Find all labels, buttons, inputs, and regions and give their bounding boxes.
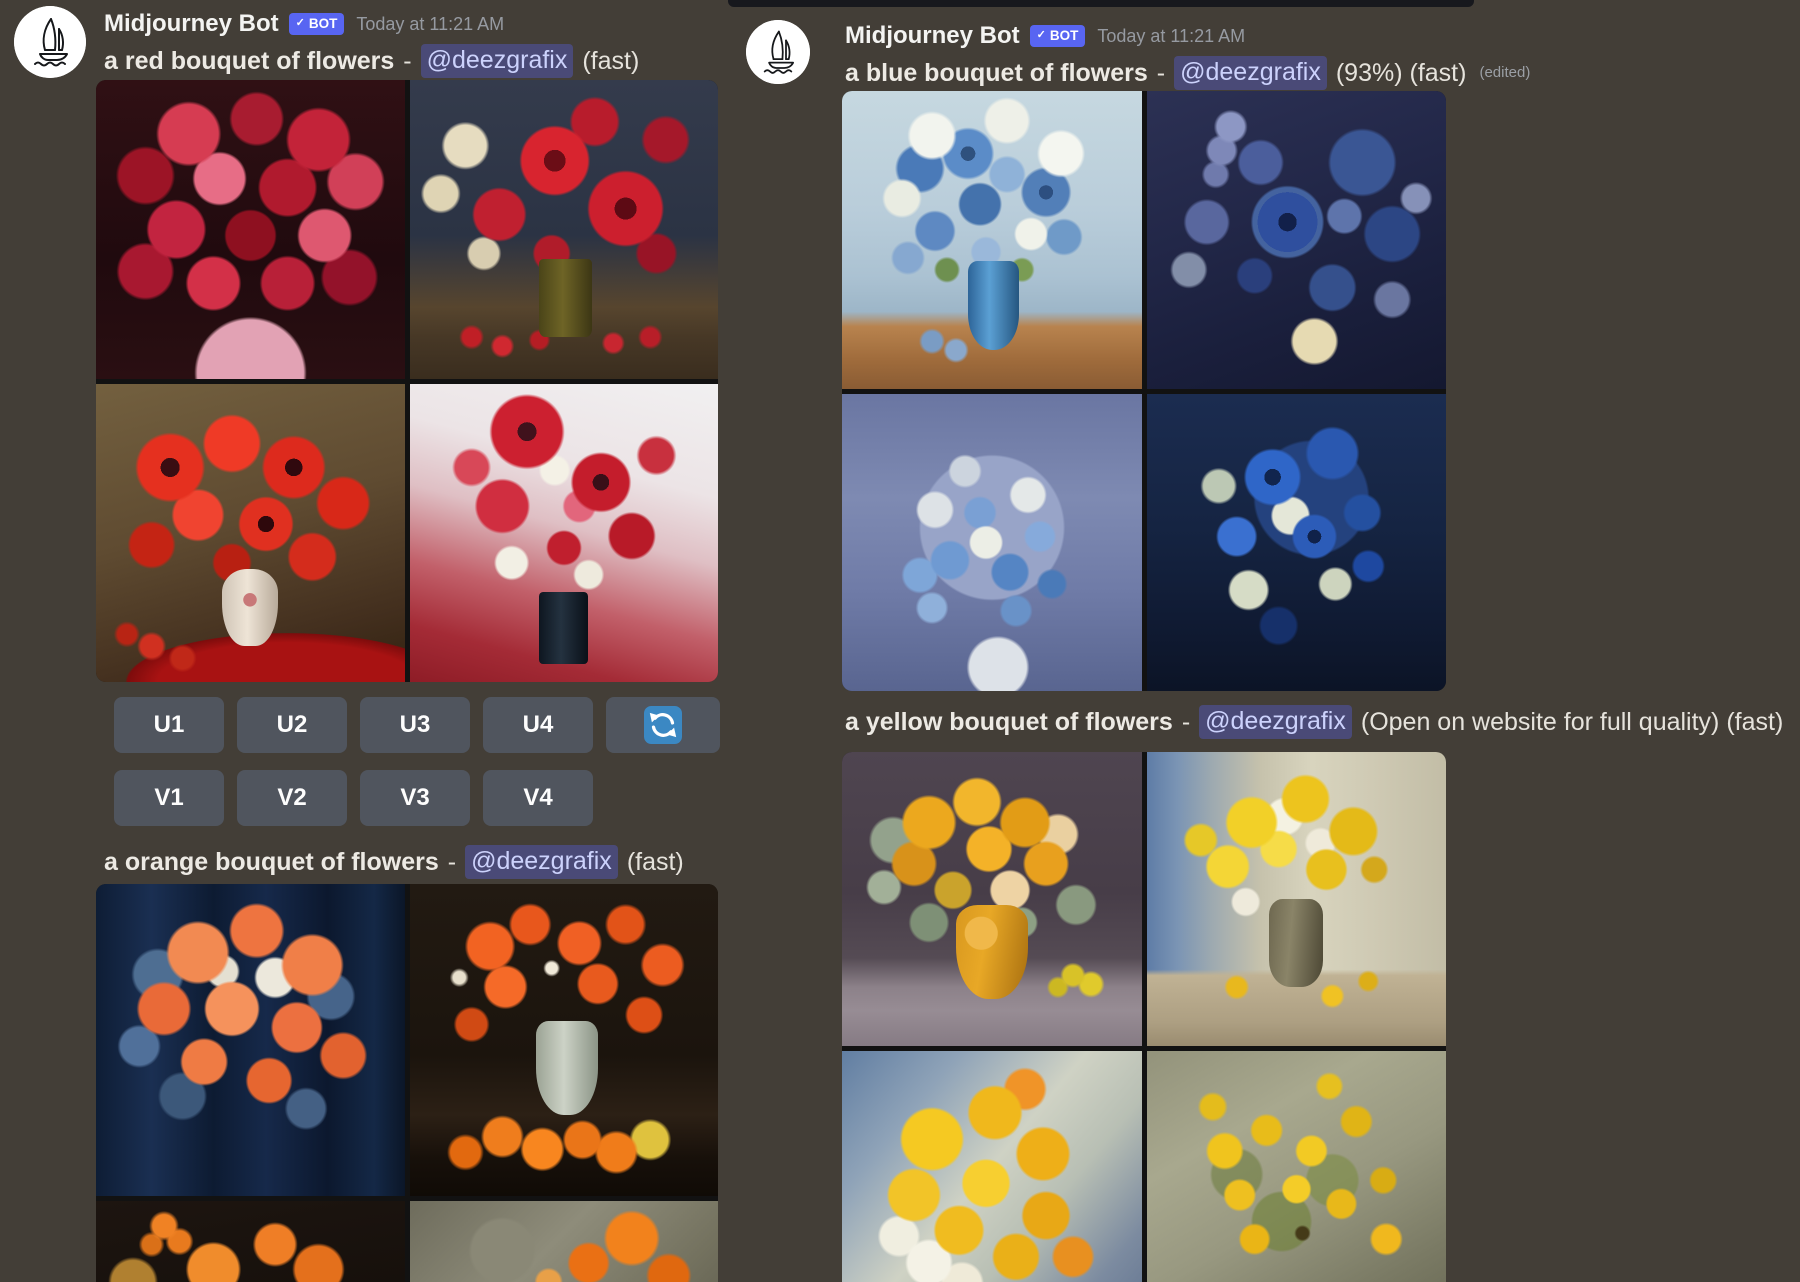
prompt-mode: (Open on website for full quality) (fast… xyxy=(1360,708,1784,736)
user-mention[interactable]: @deezgrafix xyxy=(1199,705,1352,739)
message-header: Midjourney Bot ✓ BOT Today at 11:21 AM xyxy=(104,7,504,41)
sailboat-icon xyxy=(14,6,86,78)
midjourney-bot-avatar[interactable] xyxy=(14,6,86,78)
variation-button-v2[interactable]: V2 xyxy=(237,770,347,826)
upscale-button-u2[interactable]: U2 xyxy=(237,697,347,753)
prompt-dash: - xyxy=(403,47,412,75)
variation-button-v4[interactable]: V4 xyxy=(483,770,593,826)
prompt-mode: (fast) xyxy=(626,848,684,876)
prompt-mode: (93%) (fast) xyxy=(1335,59,1467,87)
prompt-dash: - xyxy=(1181,708,1191,736)
prompt-dash: - xyxy=(1156,59,1166,87)
image-grid-yellow xyxy=(842,752,1446,1282)
generated-image[interactable] xyxy=(409,884,718,1196)
midjourney-bot-avatar[interactable] xyxy=(746,20,810,84)
generated-image[interactable] xyxy=(1146,1051,1446,1282)
generated-image[interactable] xyxy=(409,80,718,379)
generated-image[interactable] xyxy=(96,80,405,379)
edited-label: (edited) xyxy=(1479,64,1531,81)
image-grid-blue xyxy=(842,91,1446,691)
generated-image[interactable] xyxy=(842,1051,1142,1282)
prompt-line-red: a red bouquet of flowers - @deezgrafix (… xyxy=(104,44,639,78)
generated-image[interactable] xyxy=(96,1200,405,1282)
variation-button-v1[interactable]: V1 xyxy=(114,770,224,826)
generated-image[interactable] xyxy=(842,752,1142,1046)
prompt-line-blue: a blue bouquet of flowers - @deezgrafix … xyxy=(845,56,1530,90)
prompt-text: a orange bouquet of flowers xyxy=(104,848,439,876)
verified-check-icon: ✓ xyxy=(1036,29,1046,41)
timestamp: Today at 11:21 AM xyxy=(356,13,505,34)
generated-image[interactable] xyxy=(1146,91,1446,389)
author-name[interactable]: Midjourney Bot xyxy=(104,10,279,38)
message-header: Midjourney Bot ✓ BOT Today at 11:21 AM xyxy=(845,19,1245,53)
variation-button-row: V1 V2 V3 V4 xyxy=(114,770,593,826)
sailboat-icon xyxy=(746,20,810,84)
bot-badge-label: BOT xyxy=(308,15,338,31)
bot-badge: ✓ BOT xyxy=(1029,24,1086,48)
refresh-icon xyxy=(644,706,682,744)
author-name[interactable]: Midjourney Bot xyxy=(845,22,1020,50)
prompt-mode: (fast) xyxy=(582,47,640,75)
reroll-button[interactable] xyxy=(606,697,720,753)
generated-image[interactable] xyxy=(842,393,1142,691)
generated-image[interactable] xyxy=(96,383,405,682)
upscale-button-u1[interactable]: U1 xyxy=(114,697,224,753)
generated-image[interactable] xyxy=(1146,752,1446,1046)
upscale-button-row: U1 U2 U3 U4 xyxy=(114,697,720,753)
user-mention[interactable]: @deezgrafix xyxy=(420,44,574,78)
prompt-line-yellow: a yellow bouquet of flowers - @deezgrafi… xyxy=(845,705,1783,739)
generated-image[interactable] xyxy=(842,91,1142,389)
discord-chat: Midjourney Bot ✓ BOT Today at 11:21 AM a… xyxy=(0,0,1800,1282)
user-mention[interactable]: @deezgrafix xyxy=(1174,56,1327,90)
prompt-text: a blue bouquet of flowers xyxy=(845,59,1148,87)
generated-image[interactable] xyxy=(409,1200,718,1282)
prompt-text: a yellow bouquet of flowers xyxy=(845,708,1173,736)
prompt-text: a red bouquet of flowers xyxy=(104,47,395,75)
bot-badge-label: BOT xyxy=(1049,27,1079,43)
bot-badge: ✓ BOT xyxy=(288,12,345,36)
image-grid-orange xyxy=(96,884,718,1282)
prompt-line-orange: a orange bouquet of flowers - @deezgrafi… xyxy=(104,845,684,879)
generated-image[interactable] xyxy=(1146,393,1446,691)
variation-button-v3[interactable]: V3 xyxy=(360,770,470,826)
verified-check-icon: ✓ xyxy=(295,17,305,29)
image-grid-red xyxy=(96,80,718,682)
prompt-dash: - xyxy=(447,848,457,876)
upscale-button-u4[interactable]: U4 xyxy=(483,697,593,753)
previous-image-bottom-edge xyxy=(728,0,1474,7)
upscale-button-u3[interactable]: U3 xyxy=(360,697,470,753)
user-mention[interactable]: @deezgrafix xyxy=(465,845,618,879)
timestamp: Today at 11:21 AM xyxy=(1097,25,1246,46)
generated-image[interactable] xyxy=(409,383,718,682)
generated-image[interactable] xyxy=(96,884,405,1196)
